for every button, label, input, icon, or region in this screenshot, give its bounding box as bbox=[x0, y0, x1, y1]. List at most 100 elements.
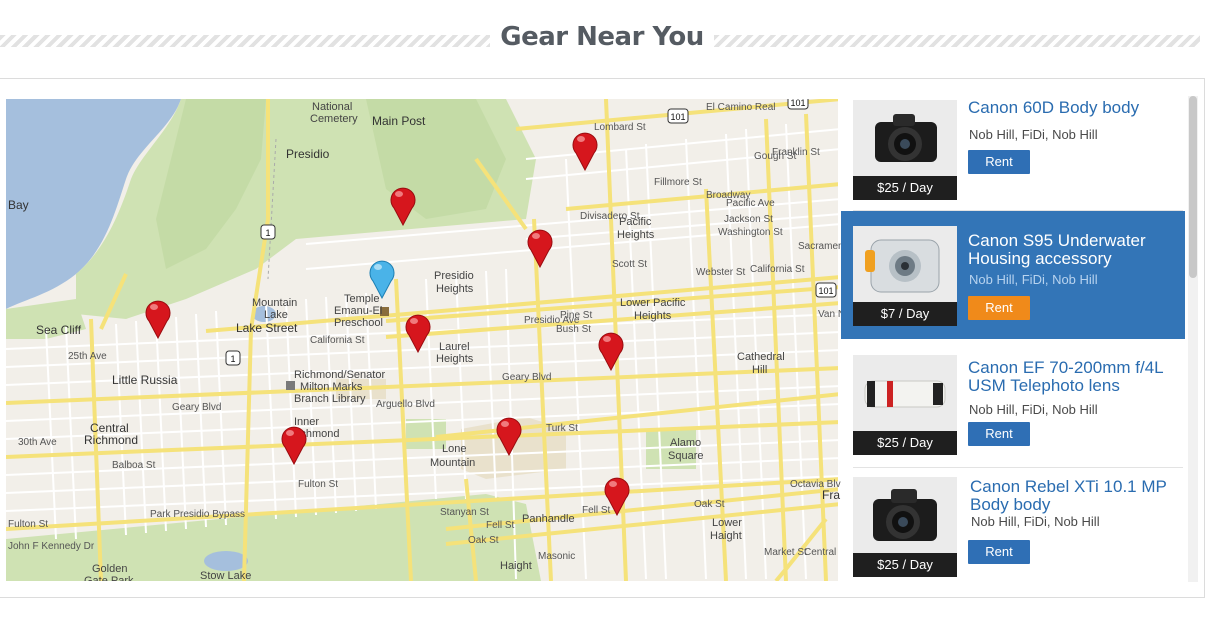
lens-icon bbox=[864, 380, 946, 408]
map-label: Little Russia bbox=[112, 373, 178, 387]
map-label: Cemetery bbox=[310, 113, 358, 125]
map-label: Emanu-El bbox=[334, 305, 383, 317]
map-label: Jackson St bbox=[724, 214, 773, 225]
gear-name[interactable]: Canon Rebel XTi 10.1 MP Body body bbox=[970, 478, 1182, 514]
map-label: Richmond/Senator bbox=[294, 369, 386, 381]
map-pin-red[interactable] bbox=[495, 414, 523, 456]
map-label: Richmond bbox=[84, 433, 139, 447]
map-label: Webster St bbox=[696, 267, 746, 278]
map-label: Preschool bbox=[334, 317, 383, 329]
map-label: Octavia Blvd bbox=[790, 479, 841, 490]
map-label: Sacrament bbox=[798, 241, 841, 252]
map-pin-red[interactable] bbox=[597, 329, 625, 371]
map-label: Heights bbox=[436, 283, 474, 295]
map-label: Golden bbox=[92, 563, 128, 575]
map-label: Mountain bbox=[252, 297, 298, 309]
map-label: Scott St bbox=[612, 259, 648, 270]
map-label: Sea Cliff bbox=[36, 323, 82, 337]
map-label: Milton Marks bbox=[300, 381, 363, 393]
map-pin-red[interactable] bbox=[603, 474, 631, 516]
map-label: 30th Ave bbox=[18, 437, 57, 448]
price-label: $25 / Day bbox=[853, 176, 957, 200]
map-label: Divisadero St bbox=[580, 211, 640, 222]
map-label: Heights bbox=[634, 310, 672, 322]
gear-item[interactable]: $25 / Day Canon EF 70-200mm f/4L USM Tel… bbox=[841, 347, 1185, 475]
map-label: Market St bbox=[764, 547, 807, 558]
gear-listing[interactable]: $25 / Day Canon 60D Body body Nob Hill, … bbox=[841, 91, 1188, 583]
map-label: Alamo bbox=[670, 437, 702, 449]
map-label: Cathedral bbox=[737, 351, 785, 363]
map-label: John F Kennedy Dr bbox=[8, 541, 95, 552]
map-label: National bbox=[312, 101, 353, 113]
rent-button[interactable]: Rent bbox=[968, 540, 1030, 564]
svg-text:1: 1 bbox=[230, 354, 235, 364]
price-label: $25 / Day bbox=[853, 553, 957, 577]
map-view[interactable]: 1 1 101 101 101 National Cemetery Main Pos… bbox=[6, 99, 841, 581]
map-label: Stow Lake bbox=[200, 570, 252, 581]
map-label: Presidio bbox=[286, 147, 330, 161]
svg-text:1: 1 bbox=[265, 228, 270, 238]
gear-item[interactable]: $25 / Day Canon 60D Body body Nob Hill, … bbox=[841, 91, 1185, 219]
svg-text:101: 101 bbox=[790, 99, 805, 108]
map-label: Haight bbox=[710, 530, 742, 542]
map-label: Fillmore St bbox=[654, 177, 702, 188]
gear-item-selected[interactable]: $7 / Day Canon S95 Underwater Housing ac… bbox=[841, 211, 1185, 339]
map-label: Main Post bbox=[372, 114, 426, 128]
map-label: 25th Ave bbox=[68, 351, 107, 362]
map-label: Haight bbox=[500, 560, 532, 572]
map-label: Washington St bbox=[718, 227, 783, 238]
map-pin-blue[interactable] bbox=[368, 257, 396, 299]
map-label: Fell St bbox=[486, 520, 515, 531]
map-label: Hill bbox=[752, 364, 768, 376]
map-label: Franklin St bbox=[772, 147, 820, 158]
map-label: Fulton St bbox=[298, 479, 339, 490]
price-label: $25 / Day bbox=[853, 431, 957, 455]
gear-name[interactable]: Canon 60D Body body bbox=[968, 99, 1180, 117]
map-label: Van Ness Ave bbox=[818, 309, 841, 320]
gear-location: Nob Hill, FiDi, Nob Hill bbox=[971, 514, 1100, 529]
map-label: Fulton St bbox=[8, 519, 49, 530]
map-pin-red[interactable] bbox=[389, 184, 417, 226]
map-label: Heights bbox=[436, 353, 474, 365]
camera-icon bbox=[875, 114, 937, 162]
section-header: Gear Near You bbox=[0, 0, 1215, 78]
camera-icon bbox=[873, 489, 937, 541]
svg-text:101: 101 bbox=[818, 286, 833, 296]
map-label: Heights bbox=[617, 229, 655, 241]
map-label: Pacific Ave bbox=[726, 198, 775, 209]
gear-item[interactable]: $25 / Day Canon Rebel XTi 10.1 MP Body b… bbox=[841, 471, 1185, 583]
map-label: Branch Library bbox=[294, 393, 366, 405]
header-stripe-left bbox=[0, 35, 490, 47]
map-label: Park Presidio Bypass bbox=[150, 509, 246, 520]
map-label: Gate Park bbox=[84, 575, 134, 581]
map-pin-red[interactable] bbox=[571, 129, 599, 171]
map-label: Masonic bbox=[538, 551, 576, 562]
map-label: Central bbox=[804, 547, 837, 558]
map-label: Panhandle bbox=[522, 513, 575, 525]
scrollbar-thumb[interactable] bbox=[1189, 96, 1197, 278]
rent-button[interactable]: Rent bbox=[968, 422, 1030, 446]
map-label: Presidio bbox=[434, 270, 474, 282]
map-label: California St bbox=[310, 335, 365, 346]
map-label: Geary Blvd bbox=[502, 372, 552, 383]
map-label: Balboa St bbox=[112, 460, 156, 471]
map-label: Turk St bbox=[546, 423, 578, 434]
map-label: Stanyan St bbox=[440, 507, 489, 518]
gear-name[interactable]: Canon EF 70-200mm f/4L USM Telephoto len… bbox=[968, 359, 1180, 395]
header-stripe-right bbox=[714, 35, 1200, 47]
map-label: Bay bbox=[8, 198, 29, 212]
rent-button[interactable]: Rent bbox=[968, 150, 1030, 174]
map-label: California St bbox=[750, 264, 805, 275]
map-pin-red[interactable] bbox=[404, 311, 432, 353]
price-label: $7 / Day bbox=[853, 302, 957, 326]
map-label: Arguello Blvd bbox=[376, 399, 435, 410]
map-pin-red[interactable] bbox=[144, 297, 172, 339]
map-pin-red[interactable] bbox=[280, 423, 308, 465]
map-label: Lower Pacific bbox=[620, 297, 686, 309]
rent-button[interactable]: Rent bbox=[968, 296, 1030, 320]
map-label: Lombard St bbox=[594, 122, 646, 133]
map-label: Lake bbox=[264, 309, 288, 321]
map-pin-red[interactable] bbox=[526, 226, 554, 268]
gear-name[interactable]: Canon S95 Underwater Housing accessory bbox=[968, 232, 1180, 268]
svg-text:101: 101 bbox=[670, 112, 685, 122]
